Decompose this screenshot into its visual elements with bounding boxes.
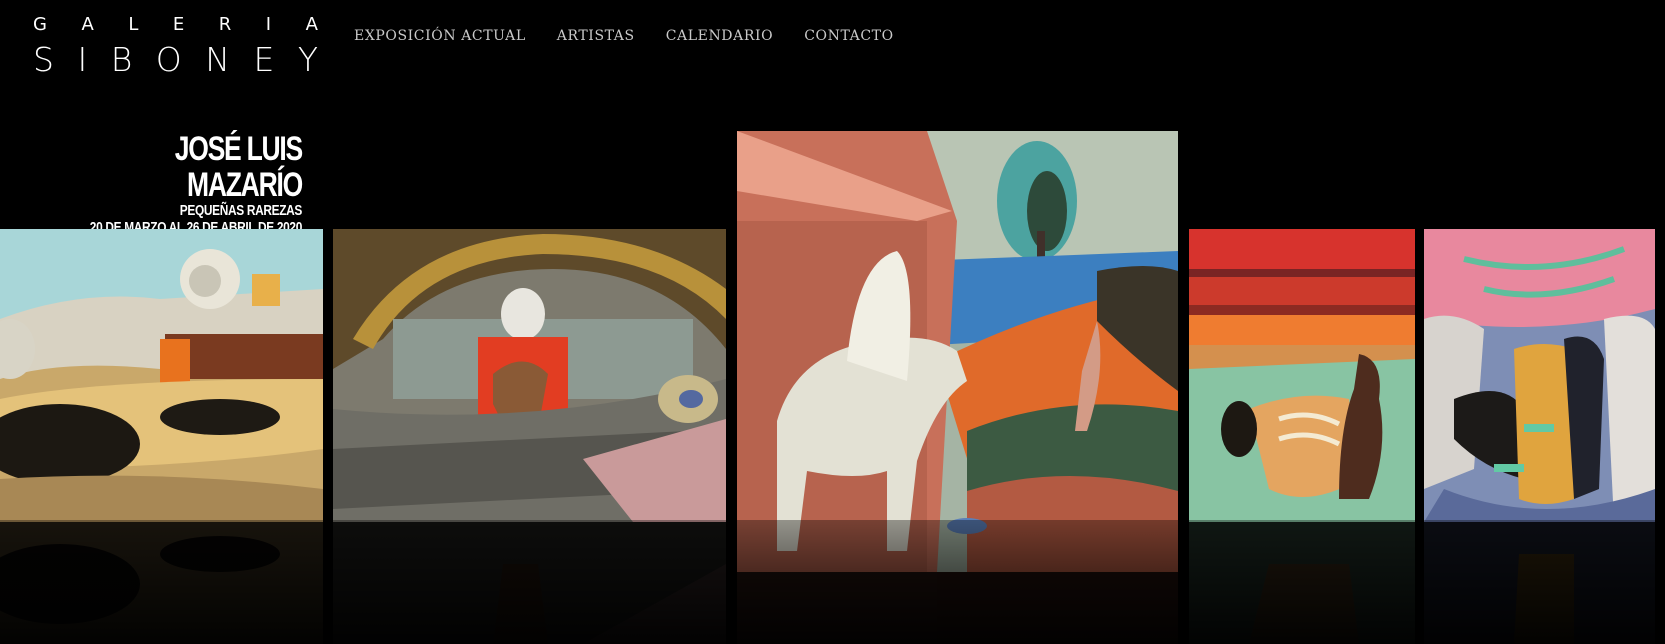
painting-1-reflection [0, 522, 323, 644]
logo-letter: E [253, 40, 275, 79]
painting-3-reflection [737, 572, 1178, 644]
painting-5-reflection [1424, 522, 1655, 644]
logo-letter: I [77, 40, 88, 79]
painting-3-featured[interactable] [737, 131, 1178, 572]
painting-2-reflection [333, 522, 726, 644]
painting-4[interactable] [1189, 229, 1415, 522]
nav-contacto[interactable]: CONTACTO [804, 28, 893, 44]
logo-letter: R [218, 14, 232, 35]
logo-line-siboney: S I B O N E Y [33, 43, 318, 76]
painting-2[interactable] [333, 229, 726, 522]
artist-name: JOSÉ LUIS MAZARÍO [174, 130, 304, 204]
logo-letter: A [305, 14, 318, 35]
logo-letter: N [205, 40, 230, 79]
logo-letter: I [265, 14, 272, 35]
logo-letter: Y [297, 40, 318, 79]
logo-letter: E [172, 14, 185, 35]
gallery-logo[interactable]: G A L E R I A S I B O N E Y [33, 16, 318, 77]
exhibition-title: PEQUEÑAS RAREZAS [179, 203, 303, 219]
main-nav: EXPOSICIÓN ACTUAL ARTISTAS CALENDARIO CO… [354, 28, 894, 44]
painting-1[interactable] [0, 229, 323, 522]
logo-letter: G [33, 14, 47, 35]
logo-letter: A [81, 14, 94, 35]
logo-letter: S [33, 40, 54, 79]
logo-line-galeria: G A L E R I A [33, 16, 318, 38]
nav-calendario[interactable]: CALENDARIO [666, 28, 773, 44]
nav-artistas[interactable]: ARTISTAS [557, 28, 635, 44]
logo-letter: O [155, 40, 182, 79]
logo-letter: L [128, 14, 139, 35]
painting-4-reflection [1189, 522, 1415, 644]
nav-exposicion-actual[interactable]: EXPOSICIÓN ACTUAL [354, 28, 526, 44]
logo-letter: B [110, 40, 133, 79]
painting-5[interactable] [1424, 229, 1655, 522]
exhibition-heading: JOSÉ LUIS MAZARÍO PEQUEÑAS RAREZAS 20 DE… [0, 130, 304, 237]
